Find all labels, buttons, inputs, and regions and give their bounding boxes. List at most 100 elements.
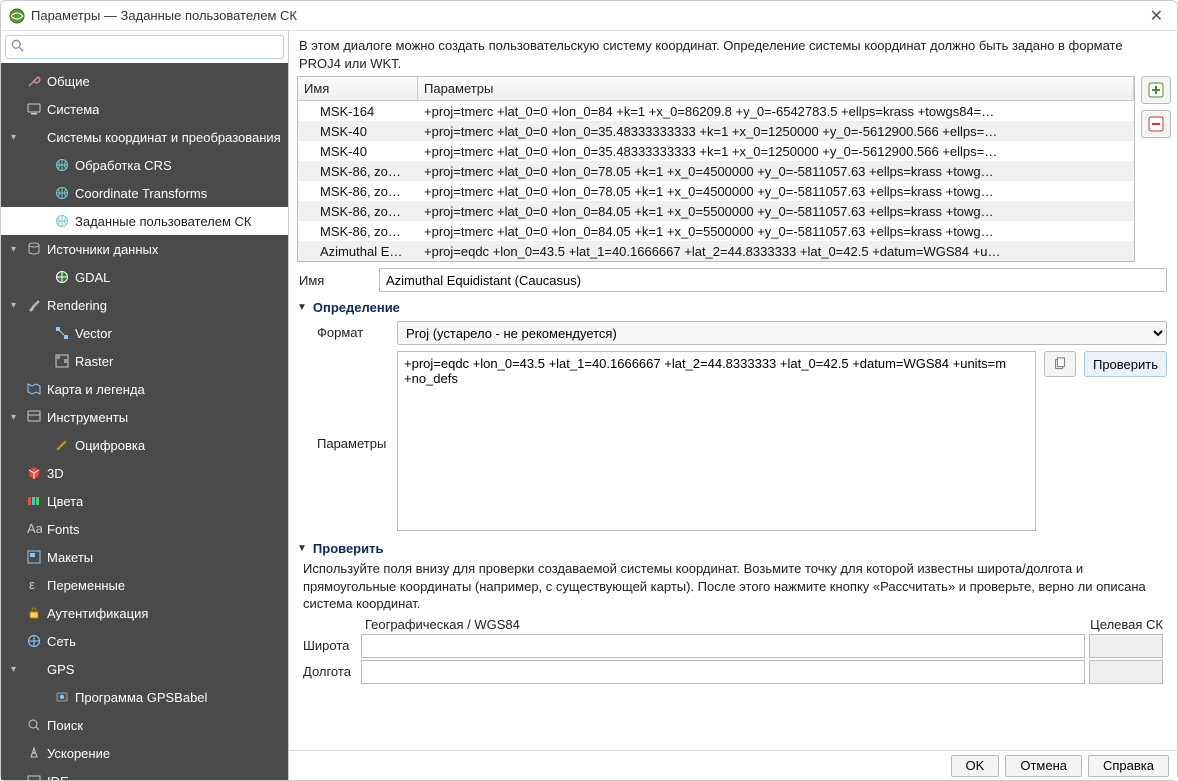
sidebar-item-20[interactable]: Сеть	[1, 627, 288, 655]
vector-icon	[53, 325, 71, 341]
format-select[interactable]: Proj (устарело - не рекомендуется)	[397, 321, 1167, 345]
vars-icon: ε	[25, 577, 43, 593]
sidebar-item-8[interactable]: ▾Rendering	[1, 291, 288, 319]
cancel-button[interactable]: Отмена	[1005, 755, 1082, 777]
sidebar-item-label: GDAL	[75, 270, 110, 285]
table-row[interactable]: MSK-86, zo…+proj=tmerc +lat_0=0 +lon_0=8…	[298, 201, 1134, 221]
sidebar-item-24[interactable]: Ускорение	[1, 739, 288, 767]
name-input[interactable]	[379, 268, 1167, 292]
add-crs-button[interactable]	[1141, 76, 1171, 104]
sidebar-item-label: Переменные	[47, 578, 125, 593]
system-icon	[25, 101, 43, 117]
col-params[interactable]: Параметры	[418, 77, 1134, 100]
cell-name: MSK-86, zo…	[298, 184, 418, 199]
sidebar-item-10[interactable]: Raster	[1, 347, 288, 375]
sidebar-item-7[interactable]: GDAL	[1, 263, 288, 291]
sidebar-item-label: Coordinate Transforms	[75, 186, 207, 201]
sidebar-item-label: Поиск	[47, 718, 83, 733]
table-row[interactable]: MSK-86, zo…+proj=tmerc +lat_0=0 +lon_0=7…	[298, 181, 1134, 201]
sidebar-item-label: Цвета	[47, 494, 83, 509]
sidebar-item-5[interactable]: Заданные пользователем СК	[1, 207, 288, 235]
table-row[interactable]: MSK-164+proj=tmerc +lat_0=0 +lon_0=84 +k…	[298, 101, 1134, 121]
accel-icon	[25, 745, 43, 761]
sidebar-item-16[interactable]: AaFonts	[1, 515, 288, 543]
sidebar-item-label: Заданные пользователем СК	[75, 214, 251, 229]
digitize-icon	[53, 437, 71, 453]
sidebar-item-14[interactable]: 3D	[1, 459, 288, 487]
db-icon	[25, 241, 43, 257]
col-geographic: Географическая / WGS84	[361, 617, 1081, 632]
lon-target-output	[1089, 660, 1163, 684]
chevron-down-icon: ▼	[297, 302, 307, 313]
titlebar: Параметры — Заданные пользователем СК ✕	[1, 1, 1177, 31]
sidebar-item-label: Vector	[75, 326, 112, 341]
ok-button[interactable]: OK	[951, 755, 1000, 777]
sidebar-item-2[interactable]: ▾Системы координат и преобразования	[1, 123, 288, 151]
sidebar-item-1[interactable]: Система	[1, 95, 288, 123]
search-input[interactable]	[5, 35, 284, 59]
verify-hint: Используйте поля внизу для проверки созд…	[303, 560, 1163, 613]
table-row[interactable]: MSK-40+proj=tmerc +lat_0=0 +lon_0=35.483…	[298, 141, 1134, 161]
table-row[interactable]: Azimuthal E…+proj=eqdc +lon_0=43.5 +lat_…	[298, 241, 1134, 261]
sidebar-item-15[interactable]: Цвета	[1, 487, 288, 515]
sidebar-item-4[interactable]: Coordinate Transforms	[1, 179, 288, 207]
copy-button[interactable]	[1044, 351, 1076, 377]
lat-geo-input[interactable]	[361, 634, 1085, 658]
sidebar-item-9[interactable]: Vector	[1, 319, 288, 347]
params-textarea[interactable]	[397, 351, 1036, 531]
name-label: Имя	[299, 273, 371, 288]
globe-icon	[53, 185, 71, 201]
definition-header[interactable]: ▼ Определение	[289, 294, 1177, 317]
palette-icon	[25, 493, 43, 509]
sidebar-item-12[interactable]: ▾Инструменты	[1, 403, 288, 431]
ide-icon	[25, 773, 43, 780]
remove-crs-button[interactable]	[1141, 110, 1171, 138]
sidebar-item-0[interactable]: Общие	[1, 67, 288, 95]
cell-name: MSK-86, zo…	[298, 204, 418, 219]
cell-name: MSK-86, zo…	[298, 164, 418, 179]
sidebar-item-label: Оцифровка	[75, 438, 145, 453]
close-icon[interactable]: ✕	[1144, 6, 1169, 26]
lat-label: Широта	[303, 638, 357, 653]
table-row[interactable]: MSK-86, zo…+proj=tmerc +lat_0=0 +lon_0=7…	[298, 161, 1134, 181]
sidebar-item-19[interactable]: Аутентификация	[1, 599, 288, 627]
sidebar-item-23[interactable]: Поиск	[1, 711, 288, 739]
cell-params: +proj=tmerc +lat_0=0 +lon_0=78.05 +k=1 +…	[418, 184, 1134, 199]
sidebar-item-6[interactable]: ▾Источники данных	[1, 235, 288, 263]
cell-params: +proj=tmerc +lat_0=0 +lon_0=35.483333333…	[418, 144, 1134, 159]
cell-params: +proj=tmerc +lat_0=0 +lon_0=84.05 +k=1 +…	[418, 224, 1134, 239]
sidebar-item-label: GPS	[47, 662, 74, 677]
sidebar-item-3[interactable]: Обработка CRS	[1, 151, 288, 179]
sidebar-item-label: 3D	[47, 466, 64, 481]
dialog-description: В этом диалоге можно создать пользовател…	[289, 31, 1177, 76]
app-icon	[9, 8, 25, 24]
sidebar-item-13[interactable]: Оцифровка	[1, 431, 288, 459]
map-icon	[25, 381, 43, 397]
table-row[interactable]: MSK-86, zo…+proj=tmerc +lat_0=0 +lon_0=8…	[298, 221, 1134, 241]
sidebar-item-11[interactable]: Карта и легенда	[1, 375, 288, 403]
cube-icon	[25, 465, 43, 481]
lon-geo-input[interactable]	[361, 660, 1085, 684]
help-button[interactable]: Справка	[1088, 755, 1169, 777]
fonts-icon: Aa	[25, 521, 43, 537]
sidebar-item-22[interactable]: Программа GPSBabel	[1, 683, 288, 711]
lat-target-output	[1089, 634, 1163, 658]
window-title: Параметры — Заданные пользователем СК	[31, 8, 1144, 23]
table-row[interactable]: MSK-40+proj=tmerc +lat_0=0 +lon_0=35.483…	[298, 121, 1134, 141]
col-name[interactable]: Имя	[298, 77, 418, 100]
col-target: Целевая СК	[1081, 617, 1163, 632]
brush-icon	[25, 297, 43, 313]
sidebar-item-18[interactable]: ε Переменные	[1, 571, 288, 599]
search-icon	[25, 717, 43, 733]
sidebar-item-label: Системы координат и преобразования	[47, 130, 281, 145]
sidebar-item-25[interactable]: IDE	[1, 767, 288, 780]
verify-header[interactable]: ▼ Проверить	[289, 535, 1177, 558]
sidebar-item-17[interactable]: Макеты	[1, 543, 288, 571]
cell-params: +proj=tmerc +lat_0=0 +lon_0=78.05 +k=1 +…	[418, 164, 1134, 179]
net-icon	[25, 633, 43, 649]
sidebar-item-label: Rendering	[47, 298, 107, 313]
sidebar-item-label: Система	[47, 102, 99, 117]
sidebar-item-21[interactable]: ▾GPS	[1, 655, 288, 683]
sidebar-item-label: Аутентификация	[47, 606, 148, 621]
verify-definition-button[interactable]: Проверить	[1084, 351, 1167, 377]
